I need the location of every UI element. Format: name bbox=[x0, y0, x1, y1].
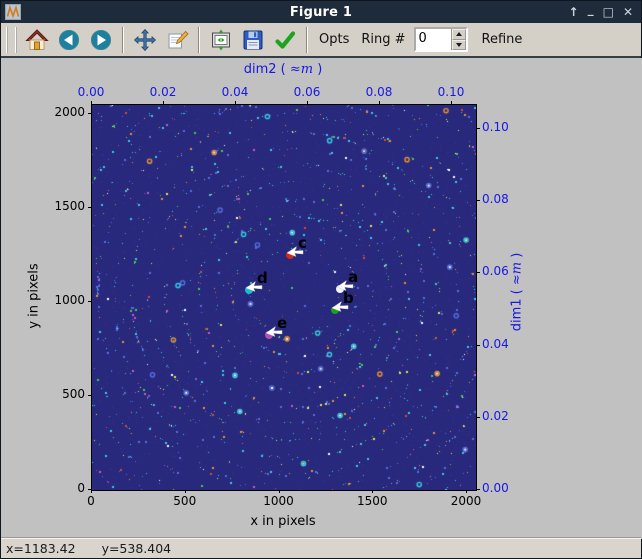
subplots-button[interactable] bbox=[207, 26, 235, 54]
tick-mark bbox=[88, 395, 91, 396]
calib-point-label: d bbox=[256, 268, 268, 287]
tick-mark bbox=[372, 490, 374, 493]
x-tick-label: 1000 bbox=[263, 494, 294, 508]
tick-mark bbox=[466, 490, 467, 493]
ring-number-label: Ring # bbox=[361, 32, 406, 47]
opts-button[interactable]: Opts bbox=[319, 32, 349, 47]
tick-mark bbox=[477, 128, 480, 130]
status-bar: x=1183.42 y=538.404 bbox=[1, 537, 641, 558]
back-icon bbox=[59, 29, 79, 50]
tick-mark bbox=[88, 113, 91, 115]
spin-up-button[interactable] bbox=[451, 29, 466, 40]
top-axis-title: dim2 ( ≈m ) bbox=[243, 62, 323, 77]
ring-number-value[interactable]: 0 bbox=[415, 29, 451, 50]
top-tick-label: 0.10 bbox=[437, 85, 465, 99]
tick-mark bbox=[234, 101, 236, 104]
right-tick-label: 0.06 bbox=[482, 264, 509, 279]
tick-mark bbox=[450, 101, 452, 104]
save-icon bbox=[243, 30, 263, 49]
tick-mark bbox=[184, 490, 186, 493]
x-tick-label: 2000 bbox=[450, 494, 482, 508]
y-tick-label: 500 bbox=[62, 387, 85, 401]
right-tick-label: 0.08 bbox=[482, 192, 509, 207]
y-axis-ticks: 0 500 1000 1500 2000 bbox=[1, 104, 85, 495]
toolbar-separator bbox=[198, 26, 200, 53]
tick-mark bbox=[477, 416, 480, 418]
edit-button[interactable] bbox=[163, 26, 191, 54]
shade-button[interactable]: ↑ bbox=[569, 1, 579, 23]
navigation-toolbar: Opts Ring # 0 Refine bbox=[1, 23, 641, 58]
x-tick-label: 0 bbox=[87, 494, 95, 508]
home-icon bbox=[25, 28, 49, 50]
refine-button[interactable]: Refine bbox=[482, 32, 523, 47]
tick-mark bbox=[306, 101, 308, 104]
tick-mark bbox=[88, 489, 91, 490]
spin-down-button[interactable] bbox=[451, 39, 466, 50]
tick-mark bbox=[378, 101, 380, 104]
y-tick-label: 0 bbox=[77, 481, 85, 495]
y-tick-label: 1500 bbox=[54, 199, 85, 214]
save-button[interactable] bbox=[239, 26, 267, 54]
close-button[interactable]: ✕ bbox=[623, 1, 633, 23]
figure-window: Figure 1 ↑ _ □ ✕ Opts Ring # 0 Refine di… bbox=[0, 0, 642, 559]
tick-mark bbox=[88, 301, 91, 302]
plot-area: ab c d e bbox=[88, 101, 480, 493]
figure-canvas-area: dim2 ( ≈m ) 0.00 0.02 0.04 0.06 0.08 0.10 0 50… bbox=[1, 58, 642, 539]
right-tick-label: 0.00 bbox=[482, 481, 509, 495]
tick-mark bbox=[477, 200, 480, 202]
minimize-button[interactable]: _ bbox=[588, 0, 594, 20]
calib-point-label: e bbox=[277, 314, 288, 333]
window-title: Figure 1 bbox=[289, 4, 353, 20]
toolbar-separator bbox=[306, 26, 308, 53]
toolbar-separator bbox=[122, 26, 124, 53]
tick-mark bbox=[91, 101, 92, 104]
right-tick-label: 0.10 bbox=[482, 120, 509, 135]
tick-mark bbox=[91, 490, 92, 493]
right-tick-label: 0.04 bbox=[482, 336, 509, 351]
pan-button[interactable] bbox=[131, 26, 159, 54]
x-axis-ticks: 0 500 1000 1500 2000 bbox=[87, 494, 481, 509]
forward-button[interactable] bbox=[87, 26, 115, 54]
y-axis-title: y in pixels bbox=[26, 263, 42, 329]
calib-point-label: b bbox=[343, 288, 354, 307]
apply-check-icon bbox=[275, 30, 296, 49]
right-tick-label: 0.02 bbox=[482, 408, 509, 423]
diffraction-image[interactable] bbox=[92, 105, 476, 490]
calib-point-label: c bbox=[298, 234, 307, 252]
x-tick-label: 500 bbox=[173, 494, 197, 508]
calib-point-label: a bbox=[348, 268, 359, 287]
cursor-y-readout: y=538.404 bbox=[101, 540, 172, 556]
edit-icon bbox=[168, 30, 189, 48]
back-button[interactable] bbox=[55, 26, 83, 54]
forward-icon bbox=[91, 29, 111, 50]
x-tick-label: 1500 bbox=[356, 494, 388, 508]
y-tick-label: 2000 bbox=[54, 105, 85, 120]
pan-icon bbox=[133, 28, 157, 51]
subplots-icon bbox=[212, 29, 230, 50]
home-button[interactable] bbox=[23, 26, 51, 54]
apply-button[interactable] bbox=[271, 26, 299, 54]
ring-number-spinbox[interactable]: 0 bbox=[413, 27, 468, 52]
tick-mark bbox=[477, 489, 480, 490]
cursor-x-readout: x=1183.42 bbox=[6, 540, 76, 556]
right-axis-title: dim1 ( ≈m ) bbox=[509, 252, 525, 332]
tick-mark bbox=[88, 207, 91, 209]
title-bar[interactable]: Figure 1 ↑ _ □ ✕ bbox=[1, 1, 641, 23]
top-tick-label: 0.06 bbox=[293, 85, 321, 99]
y-tick-label: 1000 bbox=[54, 293, 85, 307]
tick-mark bbox=[278, 490, 280, 493]
maximize-button[interactable]: □ bbox=[603, 1, 614, 23]
top-tick-label: 0.04 bbox=[221, 85, 249, 99]
tick-mark bbox=[477, 272, 480, 274]
x-axis-title: x in pixels bbox=[250, 514, 316, 529]
top-tick-label: 0.08 bbox=[365, 85, 393, 99]
top-tick-label: 0.02 bbox=[149, 85, 177, 99]
toolbar-grip[interactable] bbox=[6, 26, 17, 53]
top-axis-ticks: 0.00 0.02 0.04 0.06 0.08 0.10 bbox=[78, 85, 475, 100]
top-tick-label: 0.00 bbox=[77, 85, 105, 99]
tick-mark bbox=[162, 101, 164, 104]
tick-mark bbox=[477, 344, 480, 346]
